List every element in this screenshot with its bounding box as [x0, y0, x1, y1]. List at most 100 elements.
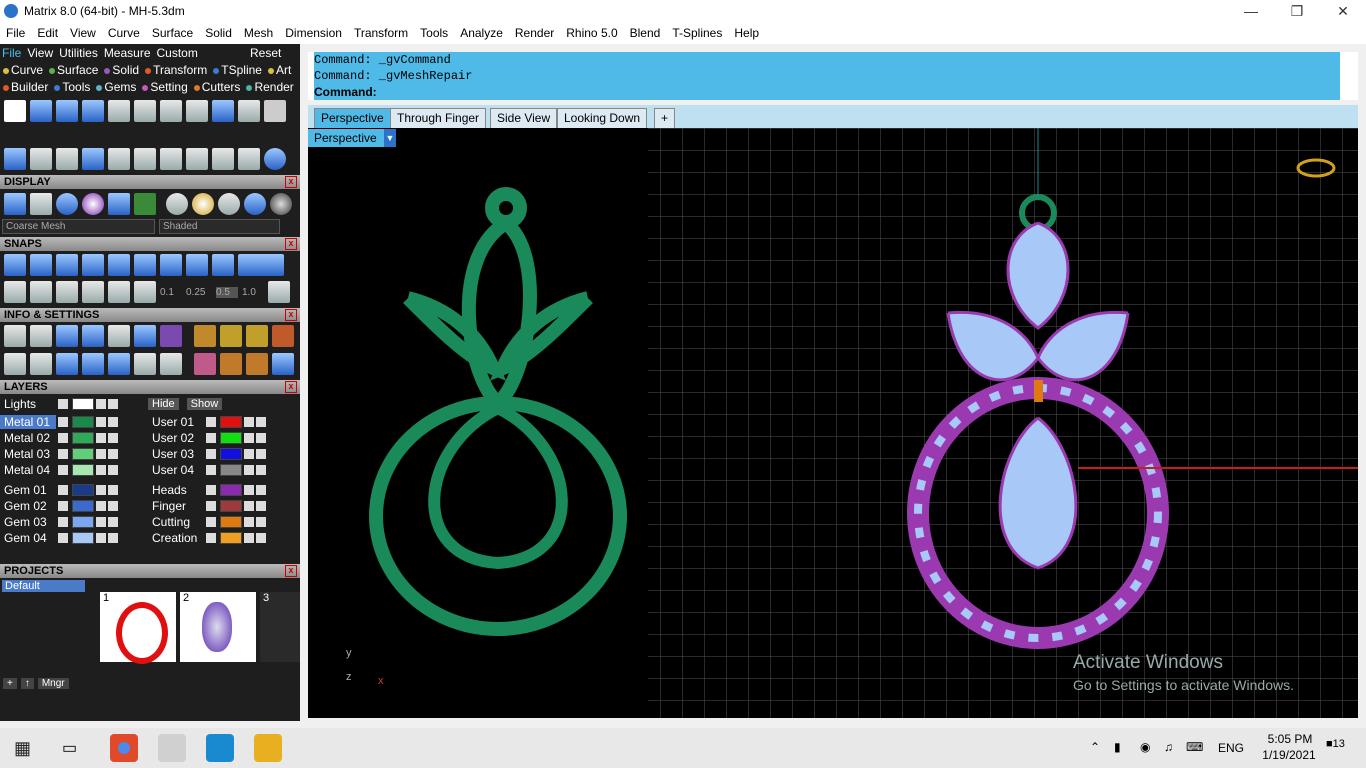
lock-icon[interactable] — [244, 501, 254, 511]
layer-arrow-icon[interactable] — [206, 517, 216, 527]
notes-icon[interactable] — [108, 325, 130, 347]
layer-row[interactable]: Metal 02 — [0, 430, 148, 446]
layer-row[interactable]: User 04 — [148, 462, 296, 478]
xray-icon[interactable] — [108, 193, 130, 215]
sparkle-icon[interactable] — [246, 353, 268, 375]
metal-sphere-icon[interactable] — [166, 193, 188, 215]
menu-rhino[interactable]: Rhino 5.0 — [560, 26, 623, 40]
layer-row[interactable]: Metal 04 — [0, 462, 148, 478]
layer-color-swatch[interactable] — [72, 516, 94, 528]
save-small-icon[interactable] — [160, 100, 182, 122]
file-explorer-icon[interactable] — [254, 734, 282, 762]
gem-icon[interactable] — [56, 353, 78, 375]
left-menu-file[interactable]: File — [2, 46, 21, 60]
list-icon[interactable] — [160, 353, 182, 375]
wifi-icon[interactable]: ◉ — [1140, 740, 1150, 754]
menu-render[interactable]: Render — [509, 26, 560, 40]
circle-icon[interactable] — [264, 148, 286, 170]
pin-icon[interactable] — [194, 353, 216, 375]
pencil-icon[interactable] — [56, 281, 78, 303]
shaded-sphere-icon[interactable] — [56, 193, 78, 215]
battery-icon[interactable]: ▮ — [1114, 740, 1121, 754]
close-icon[interactable]: x — [285, 381, 297, 393]
silver-sphere-icon[interactable] — [218, 193, 240, 215]
menu-analyze[interactable]: Analyze — [454, 26, 509, 40]
layer-color-swatch[interactable] — [72, 432, 94, 444]
layer-arrow-icon[interactable] — [206, 485, 216, 495]
menu-tsplines[interactable]: T-Splines — [666, 26, 728, 40]
visibility-icon[interactable] — [108, 533, 118, 543]
reset-button[interactable]: Reset — [250, 46, 281, 60]
visibility-icon[interactable] — [256, 433, 266, 443]
snap-quad-icon[interactable] — [134, 254, 156, 276]
grid-settings-icon[interactable] — [268, 281, 290, 303]
layer-color-swatch[interactable] — [220, 516, 242, 528]
layer-name[interactable]: User 01 — [148, 415, 204, 429]
lock-icon[interactable] — [244, 465, 254, 475]
dimension-icon[interactable] — [220, 325, 242, 347]
layer-color-swatch[interactable] — [72, 484, 94, 496]
star-icon[interactable] — [220, 353, 242, 375]
curve-icon[interactable] — [56, 148, 78, 170]
tab-solid[interactable]: Solid — [104, 63, 139, 77]
visibility-icon[interactable] — [108, 501, 118, 511]
layer-arrow-icon[interactable] — [206, 465, 216, 475]
tab-perspective[interactable]: Perspective — [314, 108, 391, 128]
lock-icon[interactable] — [244, 433, 254, 443]
visibility-icon[interactable] — [256, 449, 266, 459]
lock-icon[interactable] — [244, 449, 254, 459]
visibility-icon[interactable] — [108, 465, 118, 475]
layer-arrow-icon[interactable] — [206, 501, 216, 511]
snap-value-3[interactable]: 1.0 — [242, 287, 264, 298]
up-project-button[interactable]: ↑ — [20, 678, 34, 689]
layer-arrow-icon[interactable] — [206, 417, 216, 427]
snap-mid-icon[interactable] — [56, 254, 78, 276]
left-menu-custom[interactable]: Custom — [157, 46, 198, 60]
snap-perp-icon[interactable] — [108, 254, 130, 276]
restore-button[interactable]: ❐ — [1274, 0, 1320, 22]
paint-icon[interactable] — [134, 325, 156, 347]
visibility-icon[interactable] — [256, 417, 266, 427]
left-menu-view[interactable]: View — [27, 46, 53, 60]
snap-value-0[interactable]: 0.1 — [160, 287, 182, 298]
snap-point-icon[interactable] — [82, 254, 104, 276]
layer-arrow-icon[interactable] — [58, 533, 68, 543]
layer-row[interactable]: Metal 01 — [0, 414, 148, 430]
close-icon[interactable]: x — [285, 238, 297, 250]
tab-setting[interactable]: Setting — [142, 80, 188, 94]
rendered-sphere-icon[interactable] — [82, 193, 104, 215]
snap-value-2[interactable]: 0.5 — [216, 286, 238, 298]
paint-app-icon[interactable] — [158, 734, 186, 762]
visibility-icon[interactable] — [256, 517, 266, 527]
tab-transform[interactable]: Transform — [145, 63, 207, 77]
cut-icon[interactable] — [238, 148, 260, 170]
gold-sphere-icon[interactable] — [192, 193, 214, 215]
ruler-icon[interactable] — [56, 325, 78, 347]
menu-edit[interactable]: Edit — [31, 26, 64, 40]
box-icon[interactable] — [82, 325, 104, 347]
menu-tools[interactable]: Tools — [414, 26, 454, 40]
arc-icon[interactable] — [30, 148, 52, 170]
mirror-icon[interactable] — [82, 148, 104, 170]
new-file-icon[interactable] — [4, 100, 26, 122]
layer-color-swatch[interactable] — [72, 500, 94, 512]
layer-row[interactable]: Creation — [148, 530, 296, 546]
layer-row[interactable]: User 01 — [148, 414, 296, 430]
matrix-app-icon[interactable] — [206, 734, 234, 762]
ghosted-icon[interactable] — [30, 193, 52, 215]
start-icon[interactable]: ▦ — [14, 738, 34, 758]
layer-color-swatch[interactable] — [72, 464, 94, 476]
scatter-icon[interactable] — [134, 353, 156, 375]
layer-color-swatch[interactable] — [220, 500, 242, 512]
snap-near-icon[interactable] — [30, 254, 52, 276]
lock-icon[interactable] — [96, 501, 106, 511]
shade-select[interactable]: Shaded — [159, 219, 280, 234]
manager-button[interactable]: Mngr — [37, 678, 69, 689]
group-icon[interactable] — [186, 148, 208, 170]
close-icon[interactable]: x — [285, 176, 297, 188]
layer-arrow-icon[interactable] — [58, 465, 68, 475]
lock-icon[interactable] — [96, 517, 106, 527]
cylinder-icon[interactable] — [82, 353, 104, 375]
layout-icon[interactable] — [4, 353, 26, 375]
layer-row[interactable]: Cutting — [148, 514, 296, 530]
